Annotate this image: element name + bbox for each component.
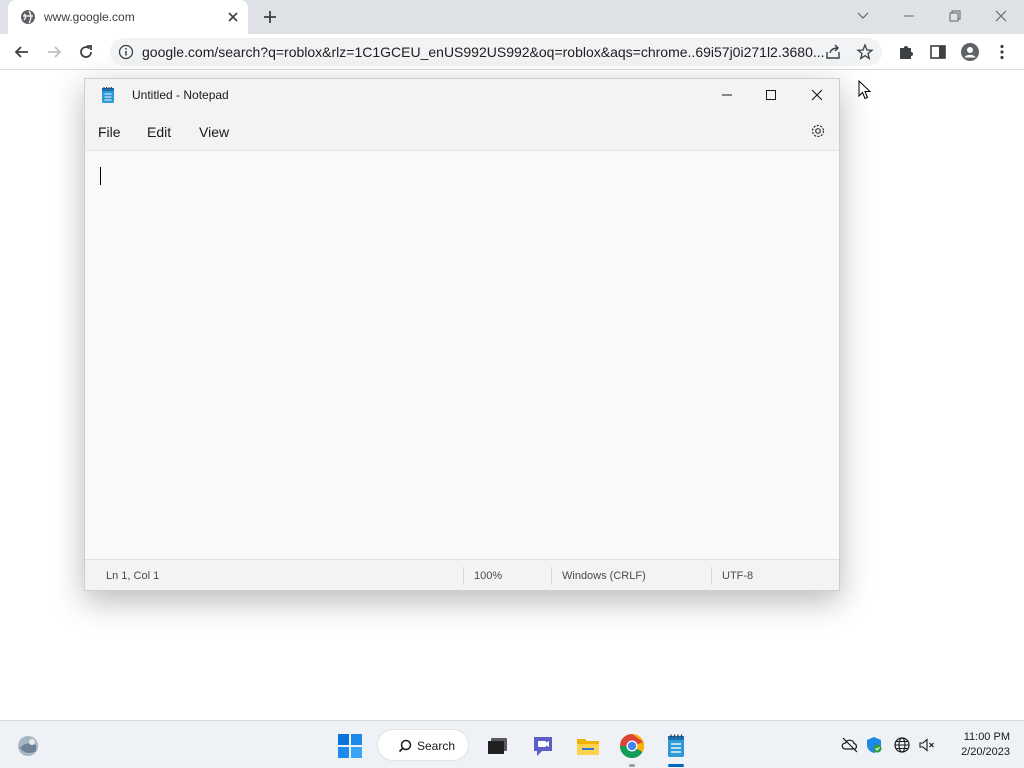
menu-file[interactable]: File bbox=[98, 124, 121, 140]
task-view-icon[interactable] bbox=[484, 733, 510, 759]
status-divider bbox=[551, 567, 552, 585]
reload-icon[interactable] bbox=[76, 42, 96, 62]
arrow-left-icon[interactable] bbox=[12, 42, 32, 62]
network-icon[interactable] bbox=[893, 736, 911, 754]
browser-tab-strip: www.google.com bbox=[0, 0, 1024, 34]
status-divider bbox=[463, 567, 464, 585]
active-indicator bbox=[668, 764, 684, 767]
plus-icon[interactable] bbox=[262, 9, 278, 25]
restore-icon[interactable] bbox=[945, 6, 965, 26]
menu-edit[interactable]: Edit bbox=[147, 124, 171, 140]
status-divider bbox=[711, 567, 712, 585]
close-icon[interactable] bbox=[991, 6, 1011, 26]
text-editor[interactable] bbox=[85, 150, 839, 559]
globe-icon bbox=[20, 9, 36, 25]
cursor-position: Ln 1, Col 1 bbox=[106, 570, 160, 582]
notepad-window: Untitled - Notepad File Edit View Ln 1, … bbox=[84, 78, 840, 591]
bookmark-star-icon[interactable] bbox=[856, 43, 874, 61]
side-panel-icon[interactable] bbox=[928, 42, 948, 62]
widgets-icon[interactable] bbox=[15, 733, 41, 759]
text-caret bbox=[100, 167, 101, 185]
url-text[interactable]: google.com/search?q=roblox&rlz=1C1GCEU_e… bbox=[142, 44, 825, 60]
clock-time: 11:00 PM bbox=[963, 731, 1010, 743]
line-ending: Windows (CRLF) bbox=[562, 570, 646, 582]
system-clock[interactable]: 11:00 PM 2/20/2023 bbox=[944, 730, 1010, 760]
arrow-right-icon[interactable] bbox=[44, 42, 64, 62]
minimize-icon[interactable] bbox=[717, 85, 737, 105]
chrome-icon[interactable] bbox=[619, 733, 645, 759]
encoding: UTF-8 bbox=[722, 570, 754, 582]
start-icon[interactable] bbox=[337, 733, 363, 759]
browser-tab[interactable]: www.google.com bbox=[8, 0, 248, 34]
share-icon[interactable] bbox=[824, 43, 842, 61]
clock-date: 2/20/2023 bbox=[961, 746, 1010, 758]
notepad-title-bar[interactable]: Untitled - Notepad bbox=[85, 79, 839, 111]
defender-icon[interactable] bbox=[865, 736, 883, 754]
notepad-menu-bar: File Edit View bbox=[85, 117, 839, 149]
site-info-icon[interactable] bbox=[118, 44, 134, 60]
mouse-pointer-icon bbox=[858, 80, 872, 100]
menu-view[interactable]: View bbox=[199, 124, 229, 140]
close-tab-icon[interactable] bbox=[226, 10, 240, 24]
taskbar-search-box[interactable]: Search bbox=[377, 729, 469, 761]
puzzle-icon[interactable] bbox=[896, 42, 916, 62]
window-title: Untitled - Notepad bbox=[132, 88, 229, 102]
gear-icon[interactable] bbox=[809, 122, 827, 140]
volume-muted-icon[interactable] bbox=[918, 736, 936, 754]
search-icon bbox=[398, 739, 412, 753]
cloud-offline-icon[interactable] bbox=[841, 736, 859, 754]
minimize-icon[interactable] bbox=[899, 6, 919, 26]
tab-title: www.google.com bbox=[44, 10, 135, 24]
chevron-down-icon[interactable] bbox=[853, 6, 873, 26]
maximize-icon[interactable] bbox=[761, 85, 781, 105]
kebab-icon[interactable] bbox=[992, 42, 1012, 62]
file-explorer-icon[interactable] bbox=[575, 733, 601, 759]
running-indicator bbox=[629, 764, 635, 767]
search-label: Search bbox=[417, 739, 456, 753]
zoom-level: 100% bbox=[474, 570, 503, 582]
address-bar[interactable]: google.com/search?q=roblox&rlz=1C1GCEU_e… bbox=[110, 38, 882, 66]
taskbar: Search 11:00 PM 2/20/2023 bbox=[0, 720, 1024, 768]
notepad-icon bbox=[101, 86, 115, 104]
teams-chat-icon[interactable] bbox=[530, 733, 556, 759]
person-icon[interactable] bbox=[960, 42, 980, 62]
status-bar: Ln 1, Col 1 100% Windows (CRLF) UTF-8 bbox=[85, 559, 839, 590]
notepad-icon[interactable] bbox=[663, 733, 689, 759]
close-icon[interactable] bbox=[807, 85, 827, 105]
browser-toolbar: google.com/search?q=roblox&rlz=1C1GCEU_e… bbox=[0, 34, 1024, 70]
